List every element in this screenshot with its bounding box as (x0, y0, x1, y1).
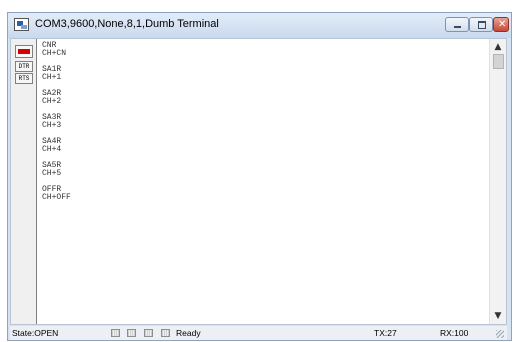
resize-grip-icon[interactable] (496, 330, 504, 338)
signal-panel: DTR RTS (11, 39, 37, 324)
terminal-app-icon (14, 18, 29, 31)
dtr-toggle-button[interactable]: DTR (15, 61, 33, 72)
status-signal-icon (161, 329, 170, 337)
connection-led-indicator (15, 45, 33, 58)
status-bar: State:OPEN Ready TX:27 RX:100 (10, 326, 507, 340)
maximize-button[interactable] (469, 17, 493, 32)
title-bar[interactable]: COM3,9600,None,8,1,Dumb Terminal (8, 13, 511, 38)
vertical-scrollbar[interactable]: ▲ ▼ (489, 39, 506, 324)
terminal-line: CH+CN (42, 49, 67, 58)
ready-status: Ready (176, 328, 201, 338)
terminal-line: SA1R (42, 65, 62, 74)
minimize-button[interactable] (445, 17, 469, 32)
client-area: DTR RTS CNR CH+CN SA1R CH+1 SA2R CH+2 SA3R CH+3… (10, 38, 507, 325)
close-button[interactable] (493, 17, 509, 32)
scroll-thumb[interactable] (493, 54, 504, 69)
terminal-line: SA5R (42, 161, 62, 170)
scroll-up-arrow-icon[interactable]: ▲ (490, 40, 506, 54)
terminal-line: CH+3 (42, 121, 62, 130)
rts-toggle-button[interactable]: RTS (15, 73, 33, 84)
terminal-line: SA3R (42, 113, 62, 122)
terminal-line: CH+4 (42, 145, 62, 154)
terminal-line: CNR (42, 41, 57, 50)
terminal-line: CH+1 (42, 73, 62, 82)
terminal-output[interactable]: CNR CH+CN SA1R CH+1 SA2R CH+2 SA3R CH+3 SA4R CH+4… (42, 42, 487, 202)
scroll-down-arrow-icon[interactable]: ▼ (490, 309, 506, 323)
terminal-line: SA2R (42, 89, 62, 98)
rx-counter: RX:100 (440, 328, 469, 338)
status-signal-icon (144, 329, 153, 337)
terminal-line: CH+2 (42, 97, 62, 106)
terminal-line: OFFR (42, 185, 62, 194)
connection-state: State:OPEN (12, 328, 59, 338)
terminal-line: SA4R (42, 137, 62, 146)
status-signal-icon (127, 329, 136, 337)
window-title: COM3,9600,None,8,1,Dumb Terminal (35, 18, 219, 30)
terminal-window: COM3,9600,None,8,1,Dumb Terminal DTR RTS… (7, 12, 512, 341)
terminal-line: CH+OFF (42, 193, 71, 202)
tx-counter: TX:27 (374, 328, 397, 338)
terminal-line: CH+5 (42, 169, 62, 178)
status-signal-icon (111, 329, 120, 337)
